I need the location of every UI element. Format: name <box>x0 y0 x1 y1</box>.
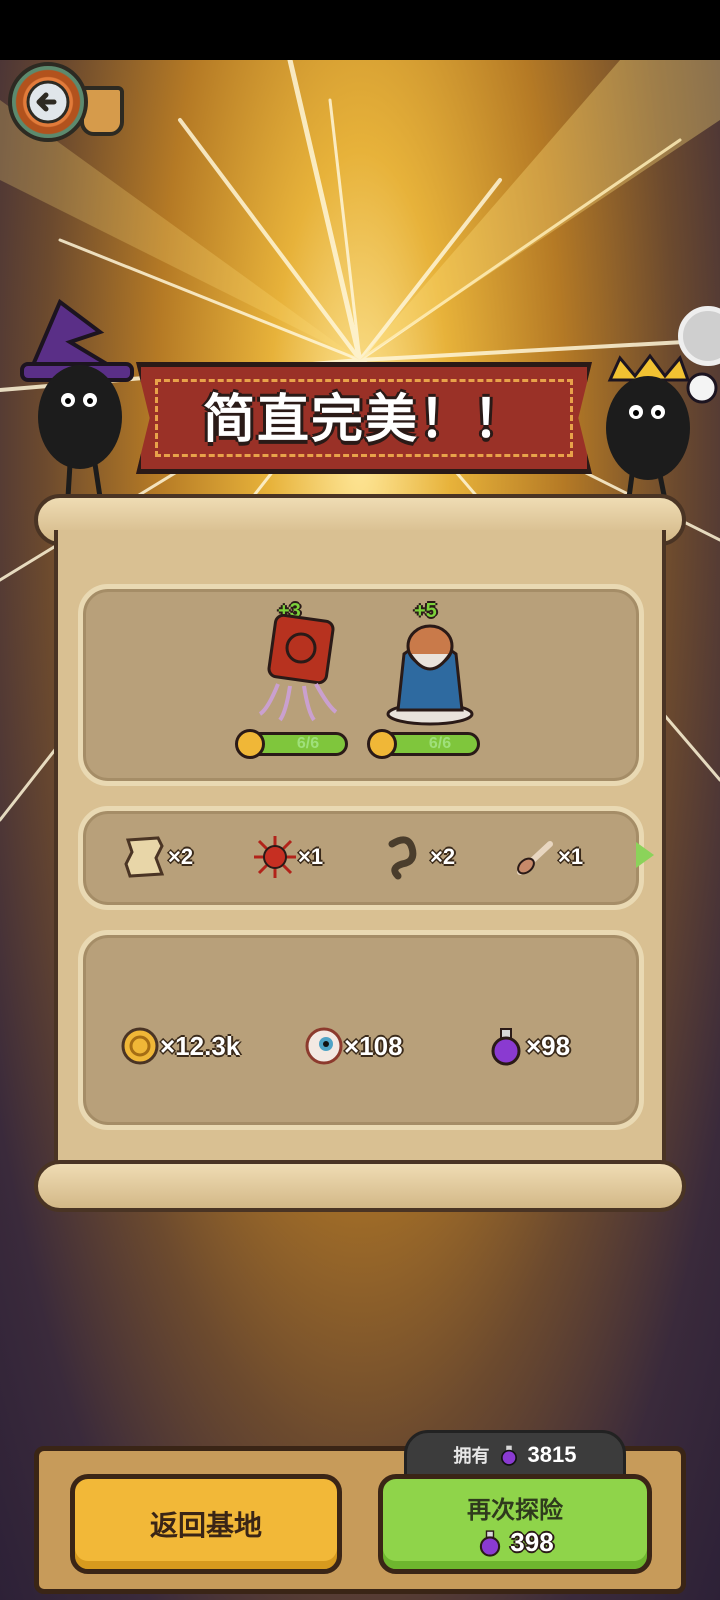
worm-icon <box>388 836 417 880</box>
item-slot[interactable]: ×1 <box>512 834 583 880</box>
hero-card[interactable]: +5 6/6 <box>367 600 490 760</box>
return-to-base-button[interactable]: 返回基地 <box>70 1474 342 1574</box>
purple-potion-icon <box>480 1529 501 1557</box>
purple-potion-icon <box>491 1028 521 1066</box>
bearded-wizard-monster-icon <box>386 624 474 726</box>
banner-title: 简直完美！！ <box>202 391 527 449</box>
hero-progress-bar: 6/6 <box>235 729 348 759</box>
item-slot[interactable]: ×1 <box>252 834 323 880</box>
explore-again-button[interactable]: 再次探险 398 <box>378 1474 652 1574</box>
monster-face-icon <box>235 729 265 759</box>
next-items-arrow-icon[interactable] <box>636 842 654 868</box>
heroes-panel <box>78 584 644 786</box>
monster-face-icon <box>367 729 397 759</box>
king-character-icon <box>606 353 718 506</box>
reward-slot: ×12.3k <box>120 1026 240 1066</box>
red-cube-tentacle-monster-icon <box>258 614 338 722</box>
scroll-bottom-rod <box>34 1160 686 1212</box>
purple-potion-icon <box>500 1445 517 1466</box>
hero-card[interactable]: +3 6/6 <box>235 600 358 760</box>
back-button[interactable] <box>8 62 88 142</box>
hero-progress-bar: 6/6 <box>367 729 480 759</box>
reward-slot: ×108 <box>304 1026 403 1066</box>
item-slot[interactable]: ×2 <box>122 834 193 880</box>
red-spiky-creature-icon <box>254 836 296 878</box>
item-slot[interactable]: ×2 <box>384 834 455 880</box>
eyeball-icon <box>305 1027 343 1065</box>
back-arrow-icon <box>26 80 70 124</box>
status-bar <box>0 0 720 60</box>
map-scroll-icon <box>124 836 165 878</box>
bone-club-icon <box>517 841 553 875</box>
witch-character-icon <box>20 298 134 498</box>
owned-potions-display: 拥有 3815 <box>404 1430 626 1480</box>
gold-coin-icon <box>121 1027 159 1065</box>
reward-slot: ×98 <box>486 1026 570 1066</box>
